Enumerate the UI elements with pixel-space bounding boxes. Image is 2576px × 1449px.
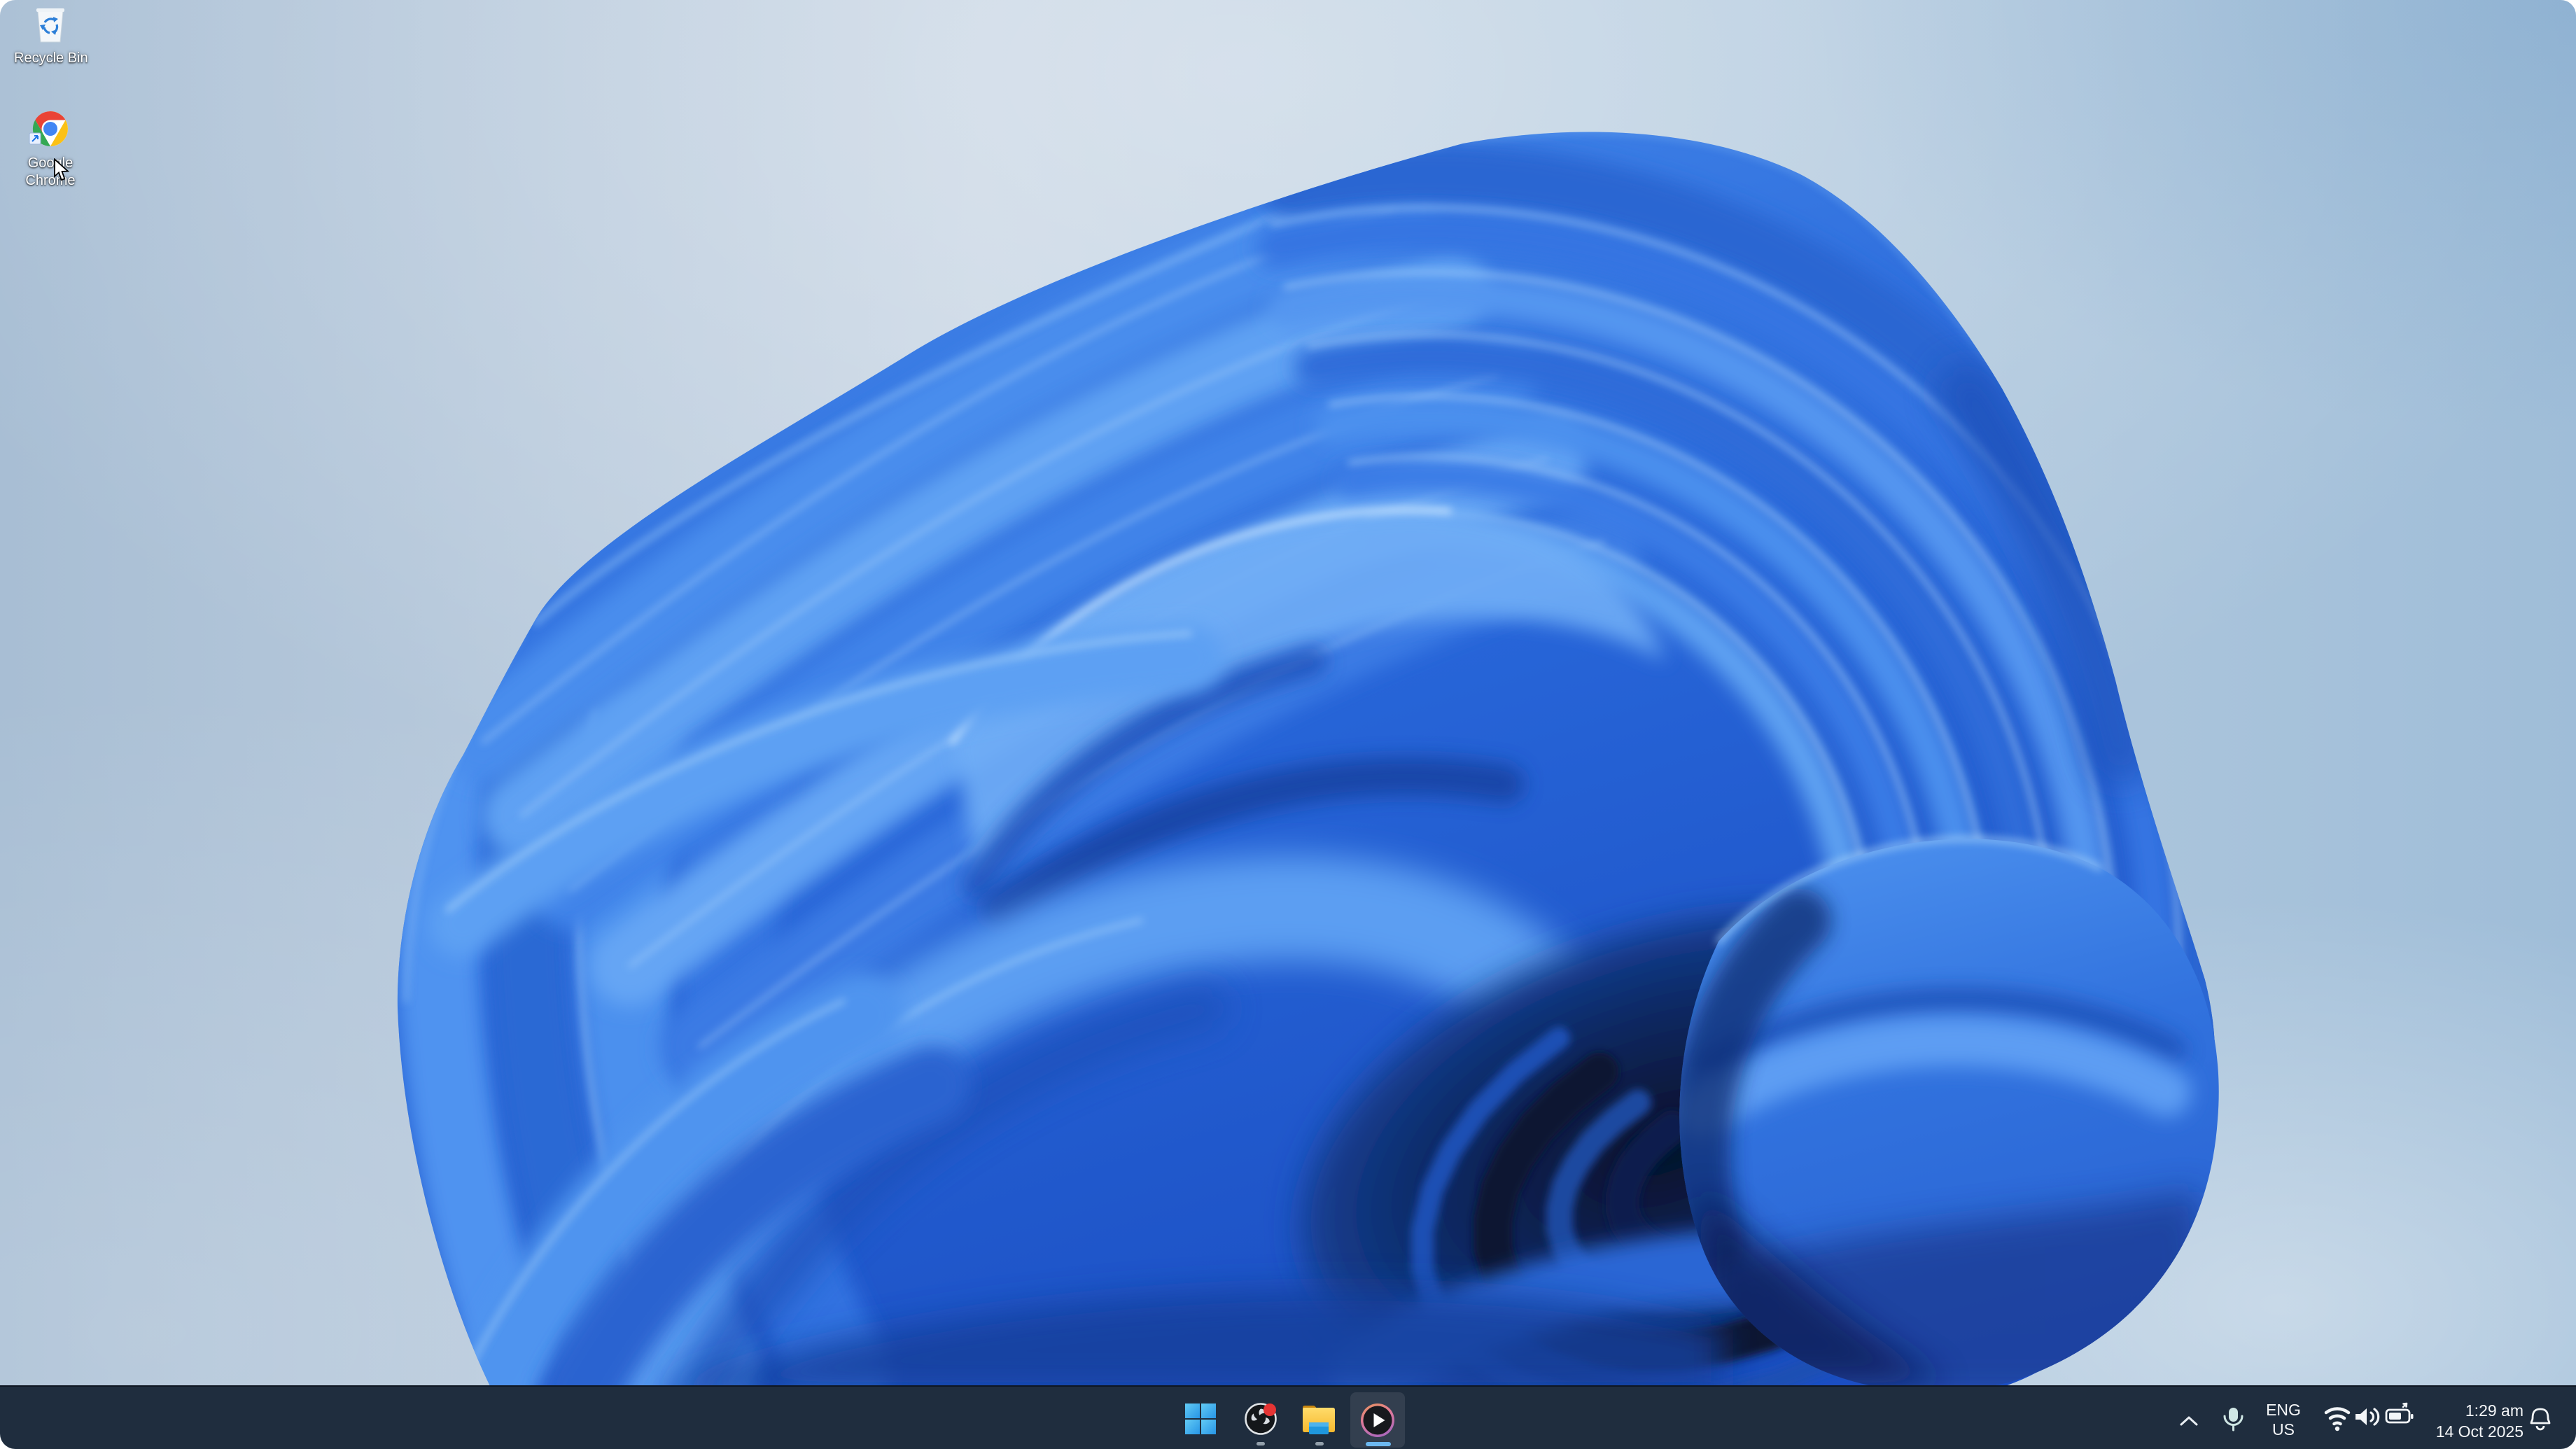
svg-text:1:29 am: 1:29 am (2465, 1401, 2524, 1420)
svg-text:14 Oct 2025: 14 Oct 2025 (2436, 1422, 2524, 1441)
svg-text:ENG: ENG (2266, 1401, 2301, 1419)
svg-text:US: US (2272, 1420, 2295, 1438)
